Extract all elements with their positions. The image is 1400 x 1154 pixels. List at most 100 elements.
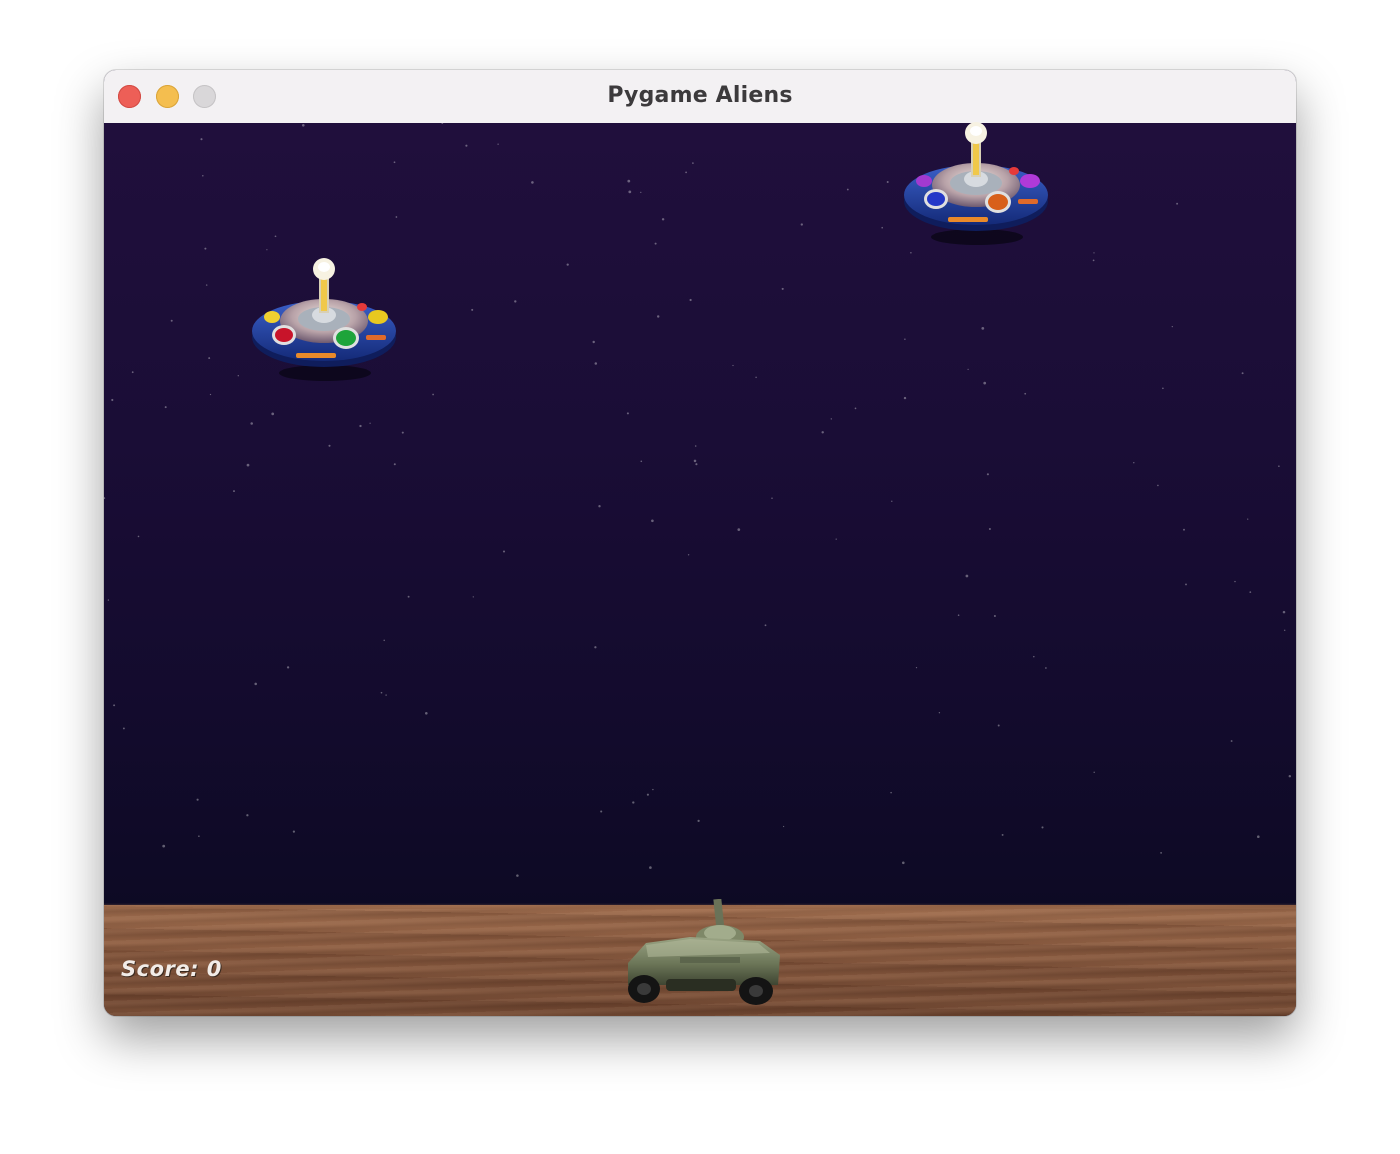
star (910, 252, 912, 254)
star (997, 724, 1000, 727)
star (626, 412, 629, 415)
star (204, 247, 207, 250)
star (1033, 655, 1035, 658)
star (661, 218, 665, 221)
star (628, 190, 632, 194)
star (1041, 826, 1044, 829)
star (881, 226, 883, 229)
star (846, 188, 849, 191)
star (1185, 583, 1187, 586)
star (250, 422, 253, 425)
star (1133, 462, 1135, 464)
star (113, 704, 116, 707)
star (685, 171, 687, 174)
star (693, 459, 697, 463)
star (632, 801, 635, 804)
star (993, 614, 996, 618)
star (164, 406, 167, 409)
star (1288, 775, 1292, 778)
star (1045, 667, 1047, 669)
star (890, 791, 892, 794)
star (640, 191, 642, 194)
star (903, 396, 907, 400)
star (1283, 629, 1286, 632)
star (407, 595, 410, 598)
star (904, 338, 906, 340)
star (652, 788, 654, 791)
star (302, 124, 305, 127)
window-titlebar[interactable]: Pygame Aliens (104, 70, 1296, 124)
star (359, 424, 362, 428)
star (502, 550, 506, 553)
star (782, 825, 785, 828)
star (107, 599, 110, 601)
star (385, 694, 387, 696)
star (1162, 387, 1164, 390)
window-title: Pygame Aliens (607, 83, 793, 108)
star (104, 497, 106, 500)
star (393, 161, 396, 164)
alien-ufo-icon (250, 255, 400, 387)
star (1093, 771, 1095, 774)
star (432, 393, 434, 396)
star (205, 284, 208, 286)
star (369, 422, 371, 424)
star (393, 463, 396, 466)
star (689, 298, 692, 302)
star (649, 866, 652, 869)
star (886, 181, 889, 183)
star (246, 814, 249, 817)
star (651, 519, 654, 523)
star (732, 364, 734, 367)
star (531, 181, 534, 184)
star (640, 460, 643, 463)
star (111, 398, 114, 402)
night-sky (104, 123, 1296, 908)
star (122, 727, 125, 730)
star (692, 162, 694, 164)
star (902, 861, 905, 865)
star (1001, 833, 1004, 836)
star (465, 144, 468, 147)
star (162, 844, 166, 848)
star (286, 666, 290, 669)
star (198, 835, 200, 837)
star (755, 376, 757, 379)
star (600, 810, 603, 813)
star (131, 371, 134, 374)
star (395, 216, 398, 218)
alien-ufo-icon (902, 119, 1052, 251)
star (200, 138, 203, 141)
star (266, 249, 268, 251)
star (598, 505, 601, 508)
star (965, 574, 969, 578)
star (988, 527, 991, 531)
star (271, 412, 275, 416)
score-label: Score: 0 (121, 957, 222, 981)
star (1171, 325, 1173, 328)
star (594, 646, 597, 649)
star (1157, 484, 1159, 487)
star (208, 357, 211, 360)
star (1282, 610, 1286, 614)
star (1092, 259, 1095, 262)
star (830, 418, 832, 420)
star (1257, 835, 1260, 838)
star (441, 123, 444, 124)
game-canvas[interactable]: Score: 0 (104, 122, 1296, 1016)
star (274, 235, 277, 238)
star (592, 340, 595, 344)
star (401, 431, 404, 434)
star (800, 223, 803, 226)
star (957, 614, 960, 617)
star (137, 535, 140, 538)
star (233, 490, 235, 493)
star (471, 308, 474, 311)
star (170, 319, 173, 322)
star (697, 819, 700, 823)
star (656, 315, 660, 318)
star (328, 444, 331, 447)
star (514, 300, 517, 303)
star (292, 830, 295, 833)
star (854, 407, 857, 410)
